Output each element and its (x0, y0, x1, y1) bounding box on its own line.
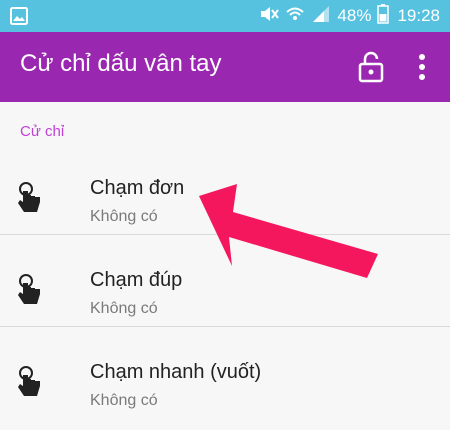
divider (0, 234, 450, 235)
divider (0, 326, 450, 327)
battery-icon (377, 3, 390, 29)
tap-gesture-icon (17, 182, 43, 216)
gesture-list: Cử chỉ Chạm đơn Không có Chạm đúp Không … (0, 102, 450, 417)
list-item-subtitle: Không có (90, 300, 158, 317)
signal-icon (311, 5, 331, 28)
list-item-title: Chạm nhanh (vuốt) (90, 361, 262, 383)
gallery-notification-icon (10, 7, 28, 30)
clock: 19:28 (397, 6, 440, 25)
app-bar: Cử chỉ dấu vân tay (0, 32, 450, 102)
wifi-calling-icon (285, 5, 305, 28)
section-header: Cử chỉ (20, 123, 65, 140)
tap-gesture-icon (17, 366, 43, 400)
tap-gesture-icon (17, 274, 43, 308)
lock-icon[interactable] (356, 51, 386, 83)
list-item-subtitle: Không có (90, 392, 158, 409)
list-item-title: Chạm đơn (90, 177, 185, 199)
battery-percent: 48% (337, 6, 372, 25)
list-item-title: Chạm đúp (90, 269, 183, 291)
list-item-subtitle: Không có (90, 208, 158, 225)
mute-icon (259, 5, 280, 28)
list-item-double-tap[interactable]: Chạm đúp Không có (0, 246, 450, 338)
page-title: Cử chỉ dấu vân tay (20, 50, 222, 77)
list-item-swipe[interactable]: Chạm nhanh (vuốt) Không có (0, 338, 450, 430)
list-item-single-tap[interactable]: Chạm đơn Không có (0, 154, 450, 246)
status-bar: 48% 19:28 (0, 0, 450, 32)
more-vert-icon[interactable] (410, 51, 434, 83)
